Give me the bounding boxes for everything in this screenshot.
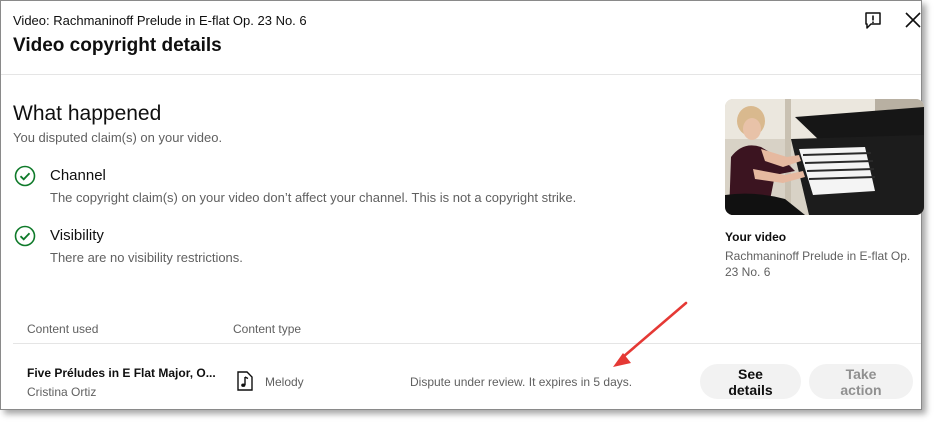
close-icon[interactable] <box>904 11 922 29</box>
visibility-title: Visibility <box>50 227 104 244</box>
report-flag-icon[interactable] <box>863 11 883 31</box>
section-subtitle: You disputed claim(s) on your video. <box>13 130 223 145</box>
section-title: What happened <box>13 102 162 125</box>
your-video-label: Your video <box>725 230 787 244</box>
column-header-content-used: Content used <box>27 322 99 336</box>
channel-description: The copyright claim(s) on your video don… <box>50 190 577 205</box>
check-circle-icon <box>14 165 36 187</box>
annotation-arrow <box>601 297 696 377</box>
content-type-label: Melody <box>265 375 304 389</box>
dialog-title: Video copyright details <box>13 35 222 56</box>
copyright-details-dialog: Video: Rachmaninoff Prelude in E-flat Op… <box>0 0 924 410</box>
column-header-content-type: Content type <box>233 322 302 336</box>
channel-title: Channel <box>50 167 106 184</box>
music-note-icon <box>236 371 254 391</box>
video-name-line: Video: Rachmaninoff Prelude in E-flat Op… <box>13 13 307 28</box>
video-thumbnail[interactable] <box>725 99 924 215</box>
content-artist: Cristina Ortiz <box>27 385 97 399</box>
your-video-title: Rachmaninoff Prelude in E-flat Op. 23 No… <box>725 249 911 279</box>
header-divider <box>1 74 921 75</box>
content-title: Five Préludes in E Flat Major, O... <box>27 366 216 380</box>
see-details-button[interactable]: See details <box>700 364 801 399</box>
check-circle-icon <box>14 225 36 247</box>
take-action-button[interactable]: Take action <box>809 364 913 399</box>
dispute-status: Dispute under review. It expires in 5 da… <box>410 375 633 389</box>
visibility-description: There are no visibility restrictions. <box>50 250 243 265</box>
table-divider <box>13 343 921 344</box>
